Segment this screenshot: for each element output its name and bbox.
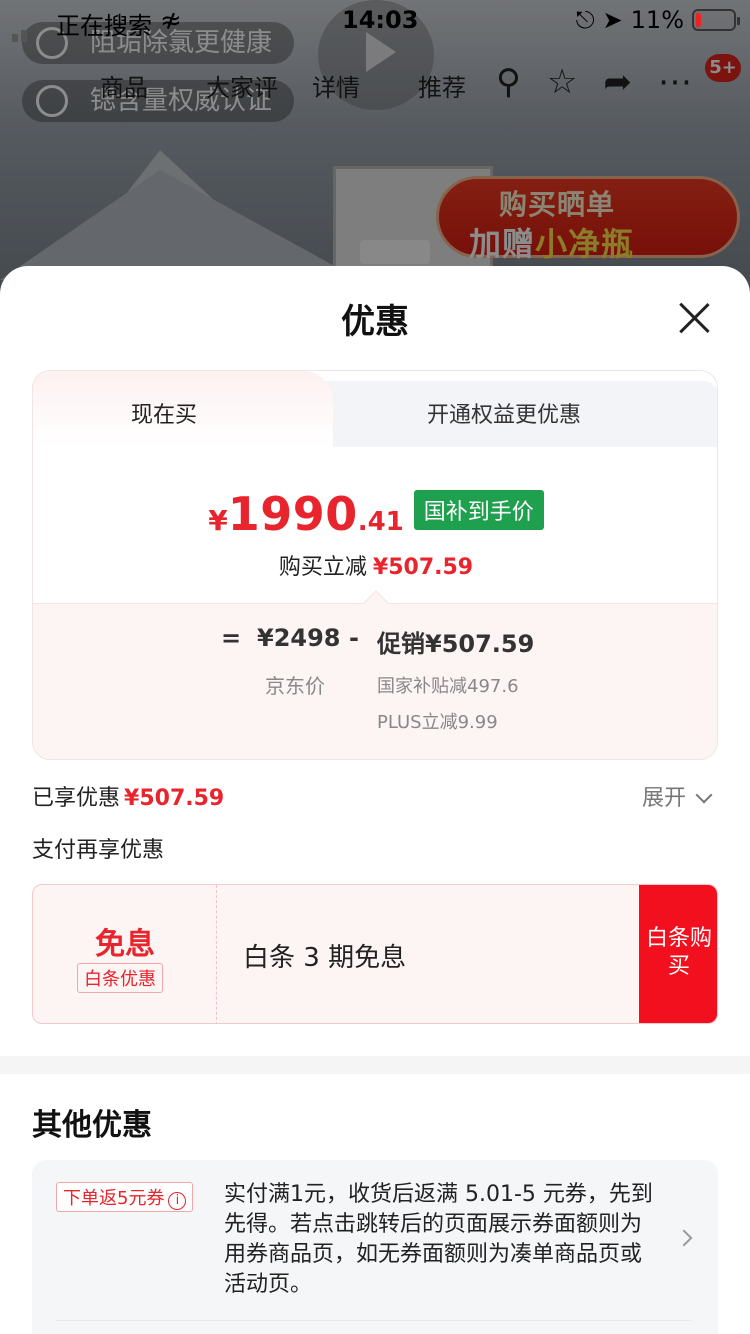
- subsidy-price-tag: 国补到手价: [413, 490, 544, 530]
- price-card: 现在买 开通权益更优惠 ¥1990.41 国补到手价 购买立减 ¥507.59 = …: [32, 370, 718, 760]
- status-right: ⎋ ➤ 11%: [575, 6, 740, 34]
- section-divider: [0, 1056, 750, 1074]
- payment-offer-card[interactable]: 免息 白条优惠 白条 3 期免息 白条购买: [32, 884, 718, 1024]
- chevron-right-icon[interactable]: [675, 1229, 693, 1247]
- coupon-tag: 下单返5元券 i: [56, 1182, 194, 1212]
- minus-sign: -: [349, 624, 359, 652]
- clock: 14:03: [342, 6, 419, 34]
- baitiao-buy-button[interactable]: 白条购买: [639, 885, 717, 1023]
- discount-sheet: 优惠 现在买 开通权益更优惠 ¥1990.41 国补到手价 购买立减 ¥507.59…: [0, 266, 750, 1334]
- rotation-lock-icon: ⎋: [575, 6, 595, 34]
- product-page-background: 购买晒单 加赠小净瓶 阻垢除氯更健康 锶含量权威认证 商品 大家评 详情 推荐 …: [0, 0, 750, 300]
- chevron-down-icon: [695, 786, 713, 804]
- carrier-text: 正在搜索: [56, 12, 152, 40]
- other-offers-title: 其他优惠: [32, 1108, 152, 1143]
- payment-offer-badge: 免息 白条优惠: [33, 885, 217, 1023]
- price-breakdown: = ¥2498 - 促销¥507.59 京东价 国家补贴减497.6 PLUS立…: [33, 590, 717, 759]
- payment-offer-text: 白条 3 期免息: [243, 943, 407, 973]
- baitiao-tag: 白条优惠: [77, 963, 163, 993]
- reduce-amount: ¥507.59: [372, 555, 474, 580]
- expand-label: 展开: [642, 786, 687, 811]
- sheet-title: 优惠: [341, 302, 409, 342]
- coupon-card[interactable]: 下单返5元券 i 实付满1元，收货后返满 5.01-5 元券，先到先得。若点击跳转…: [32, 1160, 718, 1334]
- promo-amount: 促销¥507.59: [377, 630, 535, 658]
- plus-detail: PLUS立减9.99: [377, 712, 498, 733]
- enjoyed-row: 已享优惠 ¥507.59: [32, 780, 224, 812]
- card-divider: [56, 1320, 692, 1321]
- info-icon[interactable]: i: [168, 1192, 187, 1210]
- equals-sign: =: [221, 624, 242, 652]
- base-price: ¥2498: [257, 624, 341, 652]
- wifi-icon: ≉: [160, 6, 182, 36]
- battery-icon: [692, 9, 740, 31]
- signal-icon: [12, 14, 32, 42]
- status-bar: 正在搜索 ≉ 14:03 ⎋ ➤ 11%: [0, 0, 750, 42]
- base-price-label: 京东价: [265, 674, 325, 698]
- coupon-description: 实付满1元，收货后返满 5.01-5 元券，先到先得。若点击跳转后的页面展示券面…: [224, 1182, 653, 1297]
- final-price: ¥1990.41: [208, 487, 404, 541]
- tab-buy-now-label: 现在买: [131, 403, 198, 428]
- modal-overlay[interactable]: [0, 0, 750, 300]
- reduce-row: 购买立减 ¥507.59: [33, 549, 717, 581]
- breakdown-notch: [363, 590, 389, 616]
- location-icon: ➤: [602, 6, 623, 34]
- interest-free-label: 免息: [95, 927, 155, 962]
- battery-percent: 11%: [630, 6, 684, 34]
- price-row: ¥1990.41 国补到手价: [33, 487, 717, 541]
- enjoyed-label: 已享优惠: [32, 786, 121, 811]
- enjoyed-amount: ¥507.59: [124, 786, 225, 811]
- close-icon[interactable]: [676, 300, 712, 336]
- pay-section-title: 支付再享优惠: [32, 838, 165, 863]
- subsidy-detail: 国家补贴减497.6: [377, 676, 519, 697]
- expand-button[interactable]: 展开: [642, 780, 713, 812]
- reduce-label: 购买立减: [278, 555, 367, 580]
- tab-membership-label: 开通权益更优惠: [427, 403, 582, 428]
